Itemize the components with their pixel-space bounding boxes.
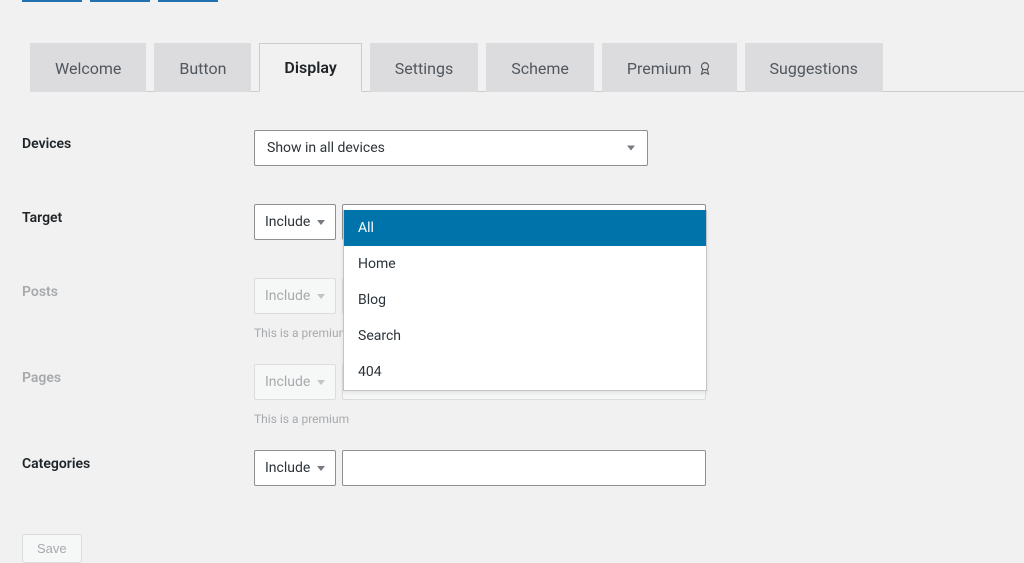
tab-settings[interactable]: Settings — [370, 43, 478, 92]
chevron-down-icon — [317, 466, 325, 471]
save-button[interactable]: Save — [22, 534, 82, 563]
posts-label: Posts — [22, 278, 254, 300]
categories-label: Categories — [22, 450, 254, 472]
devices-label: Devices — [22, 130, 254, 152]
target-dropdown-panel: All Home Blog Search 404 — [343, 210, 707, 391]
devices-select-value: Show in all devices — [267, 140, 385, 156]
pages-label: Pages — [22, 364, 254, 386]
chevron-down-icon — [317, 220, 325, 225]
top-nav-links — [22, 0, 1024, 12]
tab-premium[interactable]: Premium — [602, 43, 737, 92]
chevron-down-icon — [317, 380, 325, 385]
categories-include-select[interactable]: Include — [254, 450, 336, 486]
target-option-404[interactable]: 404 — [344, 354, 706, 390]
pages-include-select: Include — [254, 364, 336, 400]
tabs-row: Welcome Button Display Settings Scheme P… — [30, 42, 1024, 92]
chevron-down-icon — [627, 146, 635, 151]
tab-button[interactable]: Button — [154, 43, 251, 92]
award-icon — [698, 61, 712, 75]
target-option-search[interactable]: Search — [344, 318, 706, 354]
categories-multiselect[interactable] — [342, 450, 706, 486]
chevron-down-icon — [317, 294, 325, 299]
tab-welcome[interactable]: Welcome — [30, 43, 146, 92]
tab-scheme[interactable]: Scheme — [486, 43, 594, 92]
devices-select[interactable]: Show in all devices — [254, 130, 648, 166]
target-include-select[interactable]: Include — [254, 204, 336, 240]
target-option-home[interactable]: Home — [344, 246, 706, 282]
target-option-blog[interactable]: Blog — [344, 282, 706, 318]
tab-suggestions[interactable]: Suggestions — [745, 43, 883, 92]
target-option-all[interactable]: All — [344, 210, 706, 246]
target-label: Target — [22, 204, 254, 226]
tab-display[interactable]: Display — [259, 43, 361, 92]
pages-premium-note: This is a premium — [254, 412, 706, 426]
posts-include-select: Include — [254, 278, 336, 314]
